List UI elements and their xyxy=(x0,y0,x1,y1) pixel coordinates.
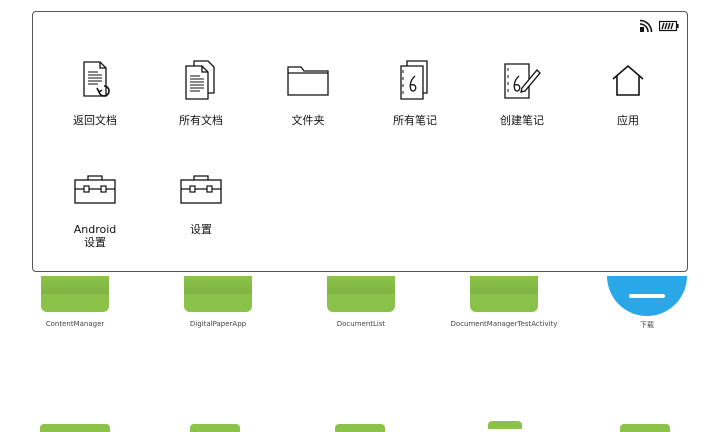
app-document-manager-test[interactable]: DocumentManagerTestActivity xyxy=(439,276,569,328)
download-icon xyxy=(629,294,665,298)
app-icon xyxy=(41,276,109,312)
menu-item-all-notes[interactable]: 所有笔记 xyxy=(355,58,475,127)
menu-item-label: 创建笔记 xyxy=(500,114,544,127)
app-label: DigitalPaperApp xyxy=(189,320,247,328)
menu-item-folder[interactable]: 文件夹 xyxy=(248,58,368,127)
battery-icon xyxy=(659,20,679,32)
all-notes-icon xyxy=(400,60,428,100)
menu-item-all-documents[interactable]: 所有文档 xyxy=(141,58,261,127)
menu-item-label: Android 设置 xyxy=(73,223,117,249)
app-digital-paper[interactable]: DigitalPaperApp xyxy=(153,276,283,328)
app-icon-row-peek xyxy=(488,421,522,429)
menu-item-settings[interactable]: 设置 xyxy=(141,167,261,236)
app-icon xyxy=(327,276,395,312)
menu-item-label: 所有笔记 xyxy=(393,114,437,127)
menu-item-label: 应用 xyxy=(617,114,639,127)
app-icon xyxy=(470,276,538,312)
status-bar xyxy=(639,19,679,33)
menu-item-label: 设置 xyxy=(190,223,212,236)
toolbox-icon xyxy=(180,175,222,204)
wireless-icon xyxy=(639,19,653,33)
app-content-manager[interactable]: ContentManager xyxy=(10,276,140,328)
app-label: 下载 xyxy=(640,321,654,329)
menu-item-label: 返回文档 xyxy=(73,114,117,127)
menu-item-label: 所有文档 xyxy=(179,114,223,127)
folder-icon xyxy=(287,66,329,96)
app-icon xyxy=(184,276,252,312)
menu-item-return-document[interactable]: 返回文档 xyxy=(35,58,155,127)
app-label: DocumentManagerTestActivity xyxy=(450,320,558,328)
menu-item-label: 文件夹 xyxy=(291,114,325,127)
quick-menu-panel: 返回文档 所有文档 文件夹 所有笔记 创建笔记 应用 Android 设置 设置 xyxy=(32,11,688,272)
menu-item-android-settings[interactable]: Android 设置 xyxy=(35,167,155,249)
app-label: ContentManager xyxy=(45,320,105,328)
menu-item-apps[interactable]: 应用 xyxy=(568,58,688,127)
return-document-icon xyxy=(83,61,110,97)
all-documents-icon xyxy=(185,60,215,100)
toolbox-icon xyxy=(74,175,116,204)
app-document-list[interactable]: DocumentList xyxy=(296,276,426,328)
app-label: DocumentList xyxy=(336,320,386,328)
home-icon xyxy=(612,64,644,96)
menu-item-create-note[interactable]: 创建笔记 xyxy=(462,58,582,127)
app-download[interactable] xyxy=(607,276,687,316)
create-note-icon xyxy=(504,63,541,99)
